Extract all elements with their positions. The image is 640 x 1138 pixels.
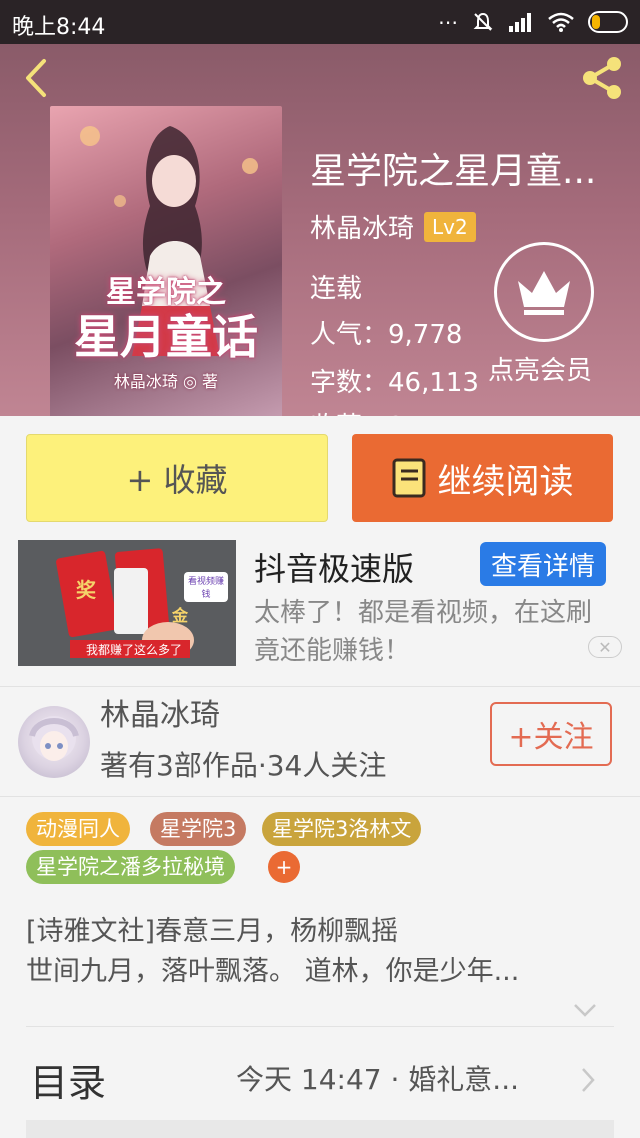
tag-item[interactable]: 星学院3洛林文: [262, 812, 422, 846]
book-intro[interactable]: [诗雅文社]春意三月，杨柳飘摇 世间九月，落叶飘落。 道林，你是少年...: [26, 912, 616, 992]
vip-label[interactable]: 点亮会员: [488, 350, 592, 387]
avatar[interactable]: [18, 706, 90, 778]
status-bar: 晚上8:44 ⋯: [0, 0, 640, 44]
intro-line-2: 世间九月，落叶飘落。 道林，你是少年...: [26, 956, 520, 987]
status-icons: ⋯: [438, 10, 628, 34]
back-arrow-icon: [26, 59, 46, 97]
collect-button[interactable]: + 收藏: [26, 434, 328, 522]
vip-button[interactable]: [494, 242, 594, 342]
book-status: 连载: [310, 274, 363, 304]
cover-title: 星学院之 星月童话: [74, 275, 258, 365]
author-row[interactable]: 林晶冰琦 著有3部作品·34人关注 +关注: [0, 686, 640, 786]
toc-label: 目录: [30, 1061, 107, 1105]
toc-latest-chapter: 今天 14:47 · 婚礼意...: [236, 1063, 519, 1096]
book-icon: [392, 458, 425, 498]
continue-reading-button[interactable]: 继续阅读: [352, 434, 613, 522]
avatar-illustration: [29, 716, 79, 761]
next-section-edge: [26, 1120, 614, 1138]
more-dots-icon: ⋯: [438, 10, 458, 34]
status-time: 晚上8:44: [12, 15, 106, 40]
add-tag-button[interactable]: +: [268, 851, 300, 883]
book-popularity: 人气：9,778: [310, 320, 463, 350]
ad-image-caption: 我都赚了这么多了: [85, 643, 182, 657]
follow-button[interactable]: +关注: [490, 702, 612, 766]
ad-image[interactable]: 奖 金 看视频赚钱 我都赚了这么多了: [18, 540, 236, 666]
book-cover[interactable]: 星学院之 星月童话 林晶冰琦 ◎ 著: [50, 106, 282, 416]
ad-image-tag: 看视频赚钱: [184, 572, 228, 602]
book-detail-content: + 收藏 继续阅读 奖 金 看视频赚钱 我都赚了这么多了 抖音极速版 查看详情 …: [0, 416, 640, 1138]
tag-item[interactable]: 星学院3: [150, 812, 247, 846]
ad-title[interactable]: 抖音极速版: [254, 544, 414, 590]
signal-icon: [509, 13, 531, 32]
divider: [26, 1026, 614, 1027]
book-author[interactable]: 林晶冰琦: [310, 208, 414, 245]
book-collect-count: 收藏：31: [310, 406, 421, 416]
ad-red-packet-char-1: 奖: [76, 578, 96, 602]
battery-icon: [588, 11, 628, 33]
cover-author: 林晶冰琦 ◎ 著: [113, 372, 219, 391]
crown-icon: [518, 271, 570, 315]
ad-description[interactable]: 太棒了！都是看视频，在这刷竟还能赚钱！: [254, 594, 614, 670]
tag-item[interactable]: 星学院之潘多拉秘境: [26, 850, 235, 884]
wifi-icon: [548, 12, 574, 32]
mute-icon: [473, 12, 493, 31]
book-header: 星学院之 星月童话 林晶冰琦 ◎ 著 星学院之星月童... 林晶冰琦 Lv2 连…: [0, 44, 640, 416]
author-name[interactable]: 林晶冰琦: [100, 690, 220, 734]
back-button[interactable]: [16, 56, 56, 100]
divider: [0, 796, 640, 797]
share-icon[interactable]: [578, 54, 626, 102]
ad-banner[interactable]: 奖 金 看视频赚钱 我都赚了这么多了 抖音极速版 查看详情 太棒了！都是看视频，…: [0, 536, 640, 670]
chevron-down-icon[interactable]: [572, 1002, 598, 1018]
close-icon[interactable]: ✕: [588, 636, 622, 658]
intro-line-1: [诗雅文社]春意三月，杨柳飘摇: [26, 916, 399, 947]
author-works: 著有3部作品·34人关注: [100, 749, 387, 782]
continue-reading-label: 继续阅读: [437, 461, 574, 502]
ad-red-packet-char-2: 金: [172, 606, 189, 625]
author-line: 林晶冰琦 Lv2: [310, 208, 476, 245]
book-title: 星学院之星月童...: [310, 151, 597, 192]
tag-item[interactable]: 动漫同人: [26, 812, 130, 846]
chevron-right-icon: [582, 1068, 595, 1092]
book-word-count: 字数：46,113: [310, 368, 479, 398]
ad-detail-button[interactable]: 查看详情: [480, 542, 606, 586]
level-badge: Lv2: [424, 211, 476, 242]
toc-row[interactable]: 目录 今天 14:47 · 婚礼意...: [0, 1042, 640, 1118]
